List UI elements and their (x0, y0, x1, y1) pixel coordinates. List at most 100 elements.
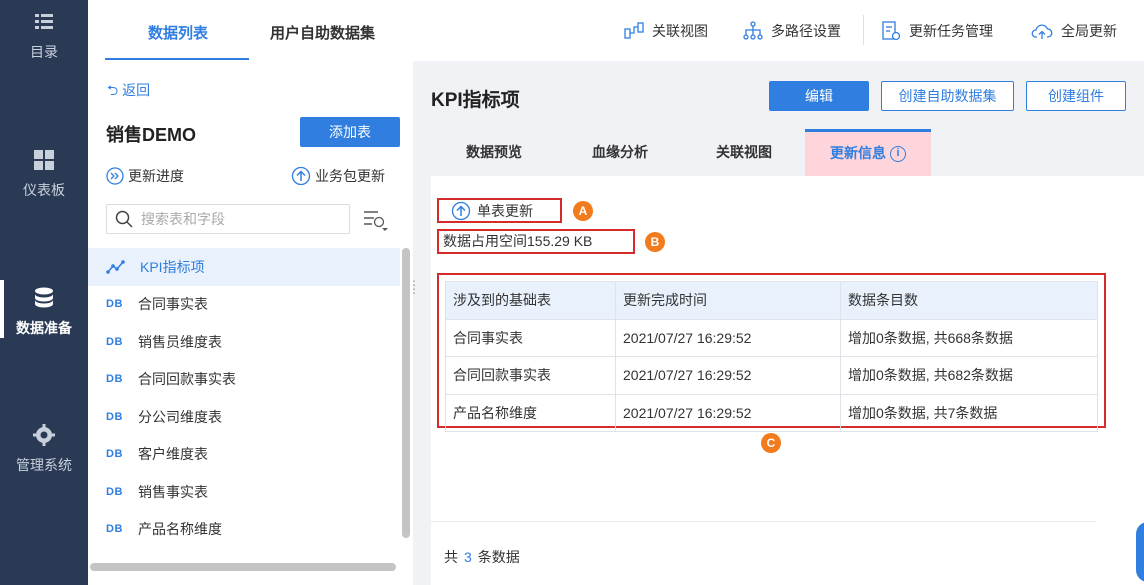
nav-label: 目录 (30, 44, 58, 60)
list-item[interactable]: KPI指标项 (88, 248, 400, 286)
total-count: 共 3 条数据 (444, 547, 520, 567)
toolbar-task-manage[interactable]: 更新任务管理 (881, 21, 993, 41)
toolbar-multipath[interactable]: 多路径设置 (743, 21, 841, 41)
task-manage-icon (882, 21, 901, 41)
db-table-icon: DB (106, 448, 123, 461)
tab-self-service-dataset[interactable]: 用户自助数据集 (270, 22, 375, 43)
add-table-button[interactable]: 添加表 (300, 117, 400, 147)
table-cell: 产品名称维度 (445, 393, 616, 432)
table-row: 合同回款事实表 2021/07/27 16:29:52 增加0条数据, 共682… (445, 356, 1098, 395)
list-item[interactable]: DB 销售员维度表 (88, 323, 400, 361)
tab-relation-view[interactable]: 关联视图 (683, 129, 805, 176)
table-cell: 2021/07/27 16:29:52 (615, 318, 841, 357)
table-cell: 2021/07/27 16:29:52 (615, 356, 841, 395)
toolbar-label: 多路径设置 (771, 23, 841, 39)
space-used-text: 数据占用空间155.29 KB (437, 229, 635, 254)
top-toolbar: 关联视图 多路径设置 更新任务管理 全局更新 (413, 0, 1144, 61)
content-card: 数据预览 血缘分析 关联视图 更新信息 i 单表更新 A 数据占用空间155.29… (431, 129, 1144, 585)
edit-button[interactable]: 编辑 (769, 81, 869, 111)
total-suffix: 条数据 (477, 549, 520, 565)
progress-icon (106, 167, 124, 185)
nav-label: 仪表板 (23, 182, 65, 198)
annotation-badge-b: B (645, 232, 665, 252)
divider (431, 521, 1096, 522)
toolbar-global-update[interactable]: 全局更新 (1031, 21, 1117, 41)
table-cell: 合同回款事实表 (445, 356, 616, 395)
table-row: 产品名称维度 2021/07/27 16:29:52 增加0条数据, 共7条数据 (445, 393, 1098, 432)
tab-data-list[interactable]: 数据列表 (148, 22, 208, 43)
table-cell: 合同事实表 (445, 318, 616, 357)
table-cell: 增加0条数据, 共682条数据 (840, 356, 1098, 395)
multipath-icon (743, 21, 763, 40)
dashboard-grid-icon (34, 150, 54, 170)
nav-catalog[interactable]: 目录 (0, 10, 88, 62)
list-item[interactable]: DB 销售事实表 (88, 473, 400, 511)
table-cell: 增加0条数据, 共668条数据 (840, 318, 1098, 357)
list-item[interactable]: DB 分公司维度表 (88, 398, 400, 436)
table-cell: 增加0条数据, 共7条数据 (840, 393, 1098, 432)
list-item-label: 合同回款事实表 (138, 371, 236, 388)
nav-dashboard[interactable]: 仪表板 (0, 148, 88, 200)
db-table-icon: DB (106, 523, 123, 536)
list-item-label: 销售员维度表 (138, 333, 222, 350)
upload-circle-icon (451, 201, 471, 220)
db-table-icon: DB (106, 485, 123, 498)
column-header: 数据条目数 (840, 281, 1098, 320)
back-arrow-icon: ⮌ (107, 82, 119, 98)
update-info-table: 涉及到的基础表 更新完成时间 数据条目数 合同事实表 2021/07/27 16… (445, 281, 1098, 432)
database-icon (35, 287, 53, 308)
relation-view-icon (624, 22, 644, 39)
column-header: 涉及到的基础表 (445, 281, 616, 320)
filter-settings-icon[interactable] (362, 209, 388, 231)
list-item[interactable]: DB 产品名称维度 (88, 511, 400, 549)
search-input[interactable]: 搜索表和字段 (106, 204, 350, 234)
package-update-label: 业务包更新 (315, 168, 385, 184)
table-cell: 2021/07/27 16:29:52 (615, 393, 841, 432)
nav-label: 管理系统 (16, 457, 72, 473)
list-item[interactable]: DB 合同回款事实表 (88, 361, 400, 399)
db-table-icon: DB (106, 335, 123, 348)
nav-management[interactable]: 管理系统 (0, 423, 88, 475)
upload-circle-icon (291, 166, 311, 186)
main-content: KPI指标项 编辑 创建自助数据集 创建组件 数据预览 血缘分析 关联视图 更新… (413, 61, 1144, 585)
nav-data-prep[interactable]: 数据准备 (0, 280, 88, 338)
single-table-update-button[interactable]: 单表更新 (437, 198, 562, 223)
list-item[interactable]: DB 合同事实表 (88, 286, 400, 324)
list-tabs: 数据列表 用户自助数据集 (88, 0, 413, 61)
search-icon (115, 210, 133, 228)
list-item-label: 产品名称维度 (138, 521, 222, 538)
create-dataset-button[interactable]: 创建自助数据集 (881, 81, 1014, 111)
package-update-link[interactable]: 业务包更新 (291, 166, 385, 186)
toolbar-label: 全局更新 (1061, 23, 1117, 39)
search-placeholder: 搜索表和字段 (141, 211, 225, 227)
table-header-row: 涉及到的基础表 更新完成时间 数据条目数 (445, 281, 1098, 320)
left-nav: 目录 仪表板 数据准备 管理系统 (0, 0, 88, 585)
column-header: 更新完成时间 (615, 281, 841, 320)
horizontal-scrollbar[interactable] (90, 563, 396, 571)
update-progress-link[interactable]: 更新进度 (106, 166, 184, 186)
list-item[interactable]: DB 客户维度表 (88, 436, 400, 474)
update-progress-label: 更新进度 (128, 168, 184, 184)
floating-help-button[interactable] (1136, 522, 1144, 582)
toolbar-divider (863, 15, 864, 45)
page-title: KPI指标项 (431, 90, 520, 111)
back-link[interactable]: ⮌ 返回 (107, 80, 150, 104)
db-table-icon: DB (106, 410, 123, 423)
tab-underline (105, 58, 249, 60)
content-tabs: 数据预览 血缘分析 关联视图 更新信息 i (431, 129, 1144, 176)
package-title: 销售DEMO (106, 125, 196, 145)
tab-lineage[interactable]: 血缘分析 (557, 129, 683, 176)
list-item-label: 客户维度表 (138, 446, 208, 463)
cloud-update-icon (1031, 24, 1053, 39)
menu-list-icon (35, 14, 53, 29)
gear-icon (33, 424, 55, 446)
nav-label: 数据准备 (16, 320, 72, 336)
create-component-button[interactable]: 创建组件 (1026, 81, 1126, 111)
annotation-badge-a: A (573, 201, 593, 221)
total-number: 3 (464, 549, 472, 565)
list-item-label: 销售事实表 (138, 483, 208, 500)
tab-data-preview[interactable]: 数据预览 (431, 129, 557, 176)
tab-update-info[interactable]: 更新信息 i (805, 129, 931, 176)
single-update-label: 单表更新 (477, 202, 533, 219)
toolbar-relation-view[interactable]: 关联视图 (624, 21, 708, 41)
